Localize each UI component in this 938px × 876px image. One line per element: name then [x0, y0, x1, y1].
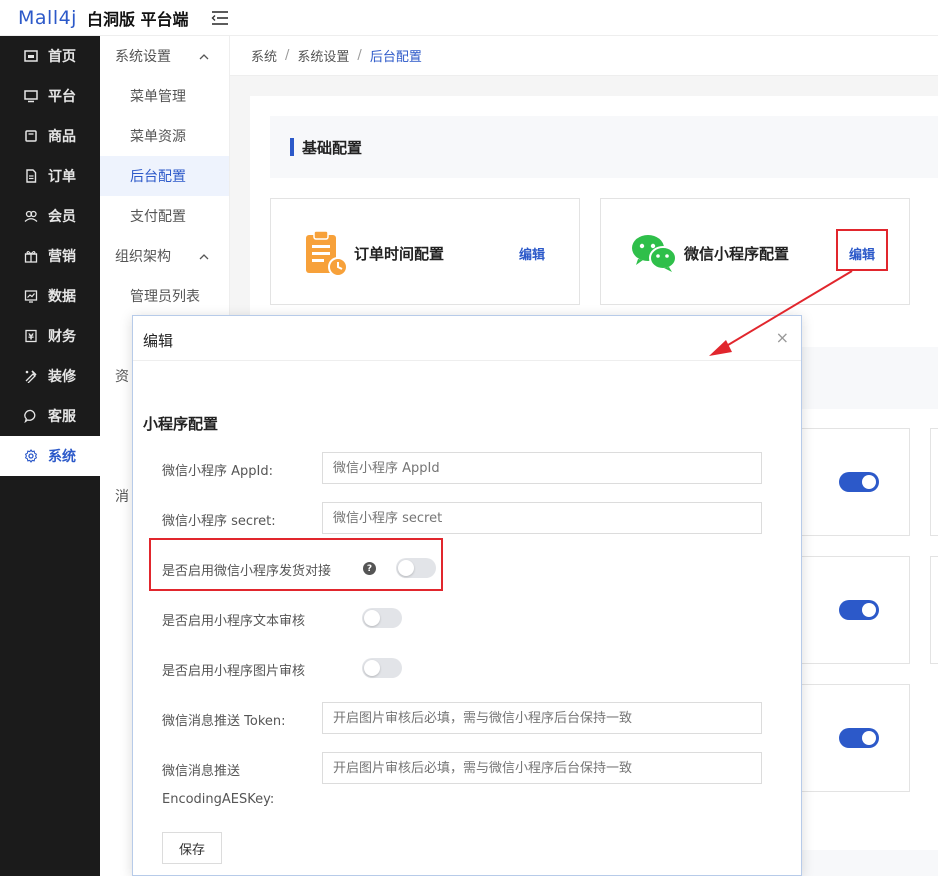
image-audit-label: 是否启用小程序图片审核: [162, 664, 306, 679]
order-time-card: 订单时间配置 编辑: [270, 198, 580, 305]
sidebar-item-member[interactable]: 会员: [0, 196, 100, 236]
gift-icon: [24, 249, 38, 263]
decorate-icon: [24, 369, 38, 383]
annotation-highlight-shipping: [149, 538, 443, 591]
annotation-arrow-icon: [709, 270, 853, 356]
sub-group-label: 组织架构: [115, 249, 171, 265]
order-icon: [24, 169, 38, 183]
edit-dialog: 编辑 × 小程序配置 微信小程序 AppId: 微信小程序 secret: 是否…: [132, 315, 802, 876]
dialog-title: 编辑: [143, 332, 174, 350]
sidebar-item-data[interactable]: 数据: [0, 276, 100, 316]
background-card: [930, 556, 938, 664]
chevron-up-icon: [199, 48, 209, 64]
member-icon: [24, 209, 38, 223]
sidebar-item-label: 订单: [48, 169, 76, 185]
sub-item-payment-config[interactable]: 支付配置: [100, 196, 229, 236]
monitor-icon: [24, 89, 38, 103]
sub-item-backend-config[interactable]: 后台配置: [100, 156, 229, 196]
top-bar: Mall4j 白洞版 平台端: [0, 0, 938, 36]
sub-item-menu-resource[interactable]: 菜单资源: [100, 116, 229, 156]
order-time-edit-link[interactable]: 编辑: [519, 244, 545, 263]
sidebar-item-goods[interactable]: 商品: [0, 116, 100, 156]
background-card: [930, 428, 938, 536]
wechat-mini-title: 微信小程序配置: [684, 245, 790, 263]
sub-item-admin-list[interactable]: 管理员列表: [100, 276, 229, 316]
section-title: 基础配置: [302, 138, 363, 157]
text-audit-toggle[interactable]: [362, 608, 402, 628]
logo: Mall4j 白洞版 平台端: [18, 6, 189, 30]
sub-group-organization[interactable]: 组织架构: [100, 236, 229, 276]
section-header-background: [801, 850, 938, 876]
breadcrumb-current: 后台配置: [369, 50, 422, 65]
section-header: 基础配置: [270, 116, 938, 178]
breadcrumb: 系统 / 系统设置 / 后台配置: [230, 36, 938, 76]
sidebar-item-decorate[interactable]: 装修: [0, 356, 100, 396]
sidebar-item-label: 平台: [48, 89, 76, 105]
sidebar-item-label: 会员: [48, 209, 76, 225]
sidebar-item-home[interactable]: 首页: [0, 36, 100, 76]
svg-text:¥: ¥: [28, 333, 34, 342]
sidebar-item-label: 财务: [48, 329, 76, 345]
chevron-up-icon: [199, 248, 209, 264]
main-sidebar: 首页 平台 商品 订单 会员 营销 数据 ¥ 财务 装修 客服 系统: [0, 36, 100, 876]
text-audit-label: 是否启用小程序文本审核: [162, 614, 306, 629]
sidebar-item-label: 数据: [48, 289, 76, 305]
aes-label-line2: EncodingAESKey:: [162, 792, 275, 807]
home-icon: [24, 49, 38, 63]
sidebar-item-label: 首页: [48, 49, 76, 65]
dialog-section-title: 小程序配置: [143, 415, 219, 433]
app-title: 白洞版 平台端: [86, 9, 189, 29]
sidebar-item-service[interactable]: 客服: [0, 396, 100, 436]
sidebar-item-order[interactable]: 订单: [0, 156, 100, 196]
background-toggle[interactable]: [839, 728, 879, 748]
logo-mark: Mall4j: [18, 6, 77, 29]
breadcrumb-separator: /: [285, 48, 290, 63]
aes-input[interactable]: [322, 752, 762, 784]
order-time-title: 订单时间配置: [354, 245, 445, 263]
menu-collapse-icon[interactable]: [211, 10, 229, 26]
sidebar-item-label: 系统: [48, 449, 76, 465]
sidebar-item-system[interactable]: 系统: [0, 436, 100, 476]
finance-icon: ¥: [24, 329, 38, 343]
sidebar-item-label: 装修: [48, 369, 76, 385]
sub-item-menu-manage[interactable]: 菜单管理: [100, 76, 229, 116]
sidebar-item-label: 营销: [48, 249, 76, 265]
aes-label-line1: 微信消息推送: [162, 764, 241, 779]
sidebar-item-marketing[interactable]: 营销: [0, 236, 100, 276]
wechat-icon: [630, 233, 678, 277]
order-clipboard-icon: [304, 229, 348, 281]
goods-icon: [24, 129, 38, 143]
sidebar-item-finance[interactable]: ¥ 财务: [0, 316, 100, 356]
appid-label: 微信小程序 AppId:: [162, 464, 273, 479]
token-input[interactable]: [322, 702, 762, 734]
sub-group-label: 系统设置: [115, 49, 171, 65]
image-audit-toggle[interactable]: [362, 658, 402, 678]
secret-label: 微信小程序 secret:: [162, 514, 276, 529]
token-label: 微信消息推送 Token:: [162, 714, 286, 729]
background-toggle[interactable]: [839, 600, 879, 620]
background-toggle[interactable]: [839, 472, 879, 492]
sidebar-item-label: 客服: [48, 409, 76, 425]
chat-icon: [24, 409, 38, 423]
save-button[interactable]: 保存: [162, 832, 222, 864]
gear-icon: [24, 449, 38, 463]
sidebar-item-platform[interactable]: 平台: [0, 76, 100, 116]
breadcrumb-separator: /: [357, 48, 362, 63]
secret-input[interactable]: [322, 502, 762, 534]
sub-group-system-settings[interactable]: 系统设置: [100, 36, 229, 76]
section-accent-bar: [290, 138, 294, 156]
breadcrumb-item[interactable]: 系统设置: [297, 46, 349, 65]
appid-input[interactable]: [322, 452, 762, 484]
breadcrumb-item[interactable]: 系统: [251, 46, 277, 65]
chart-icon: [24, 289, 38, 303]
sidebar-item-label: 商品: [48, 129, 76, 145]
